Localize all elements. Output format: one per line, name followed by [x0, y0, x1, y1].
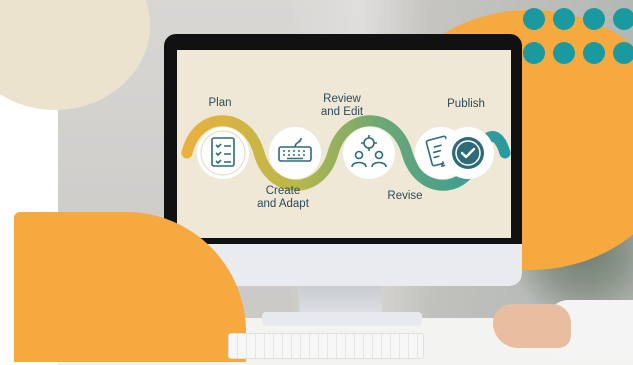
step-label-review-line1: Review [323, 93, 361, 105]
step-label-plan: Plan [208, 97, 232, 109]
step-label-review: Review and Edit [312, 93, 372, 119]
step-label-publish: Publish [447, 98, 485, 110]
decor-dot [523, 42, 545, 64]
step-create-node [269, 127, 321, 179]
step-label-create-line1: Create [265, 185, 301, 197]
decor-dot [583, 8, 605, 30]
decor-dot [613, 42, 633, 64]
step-plan-node [197, 127, 249, 179]
step-label-create: Create and Adapt [248, 185, 318, 211]
checkmark-circle-icon [442, 127, 494, 179]
step-label-review-line2: and Edit [320, 106, 364, 118]
step-label-create-line2: and Adapt [257, 198, 309, 210]
teal-dot-grid [523, 8, 633, 68]
hero-illustration: Plan Create and Adapt Review and Edit Re… [0, 0, 633, 365]
step-label-revise: Revise [387, 190, 423, 202]
hand-photo [493, 304, 571, 348]
keyboard-photo [228, 333, 424, 359]
decor-dot [523, 8, 545, 30]
decor-dot [553, 8, 575, 30]
decor-dot [583, 42, 605, 64]
decor-dot [613, 8, 633, 30]
step-review-node [343, 127, 395, 179]
decor-dot [553, 42, 575, 64]
monitor-stand-base [262, 312, 422, 326]
